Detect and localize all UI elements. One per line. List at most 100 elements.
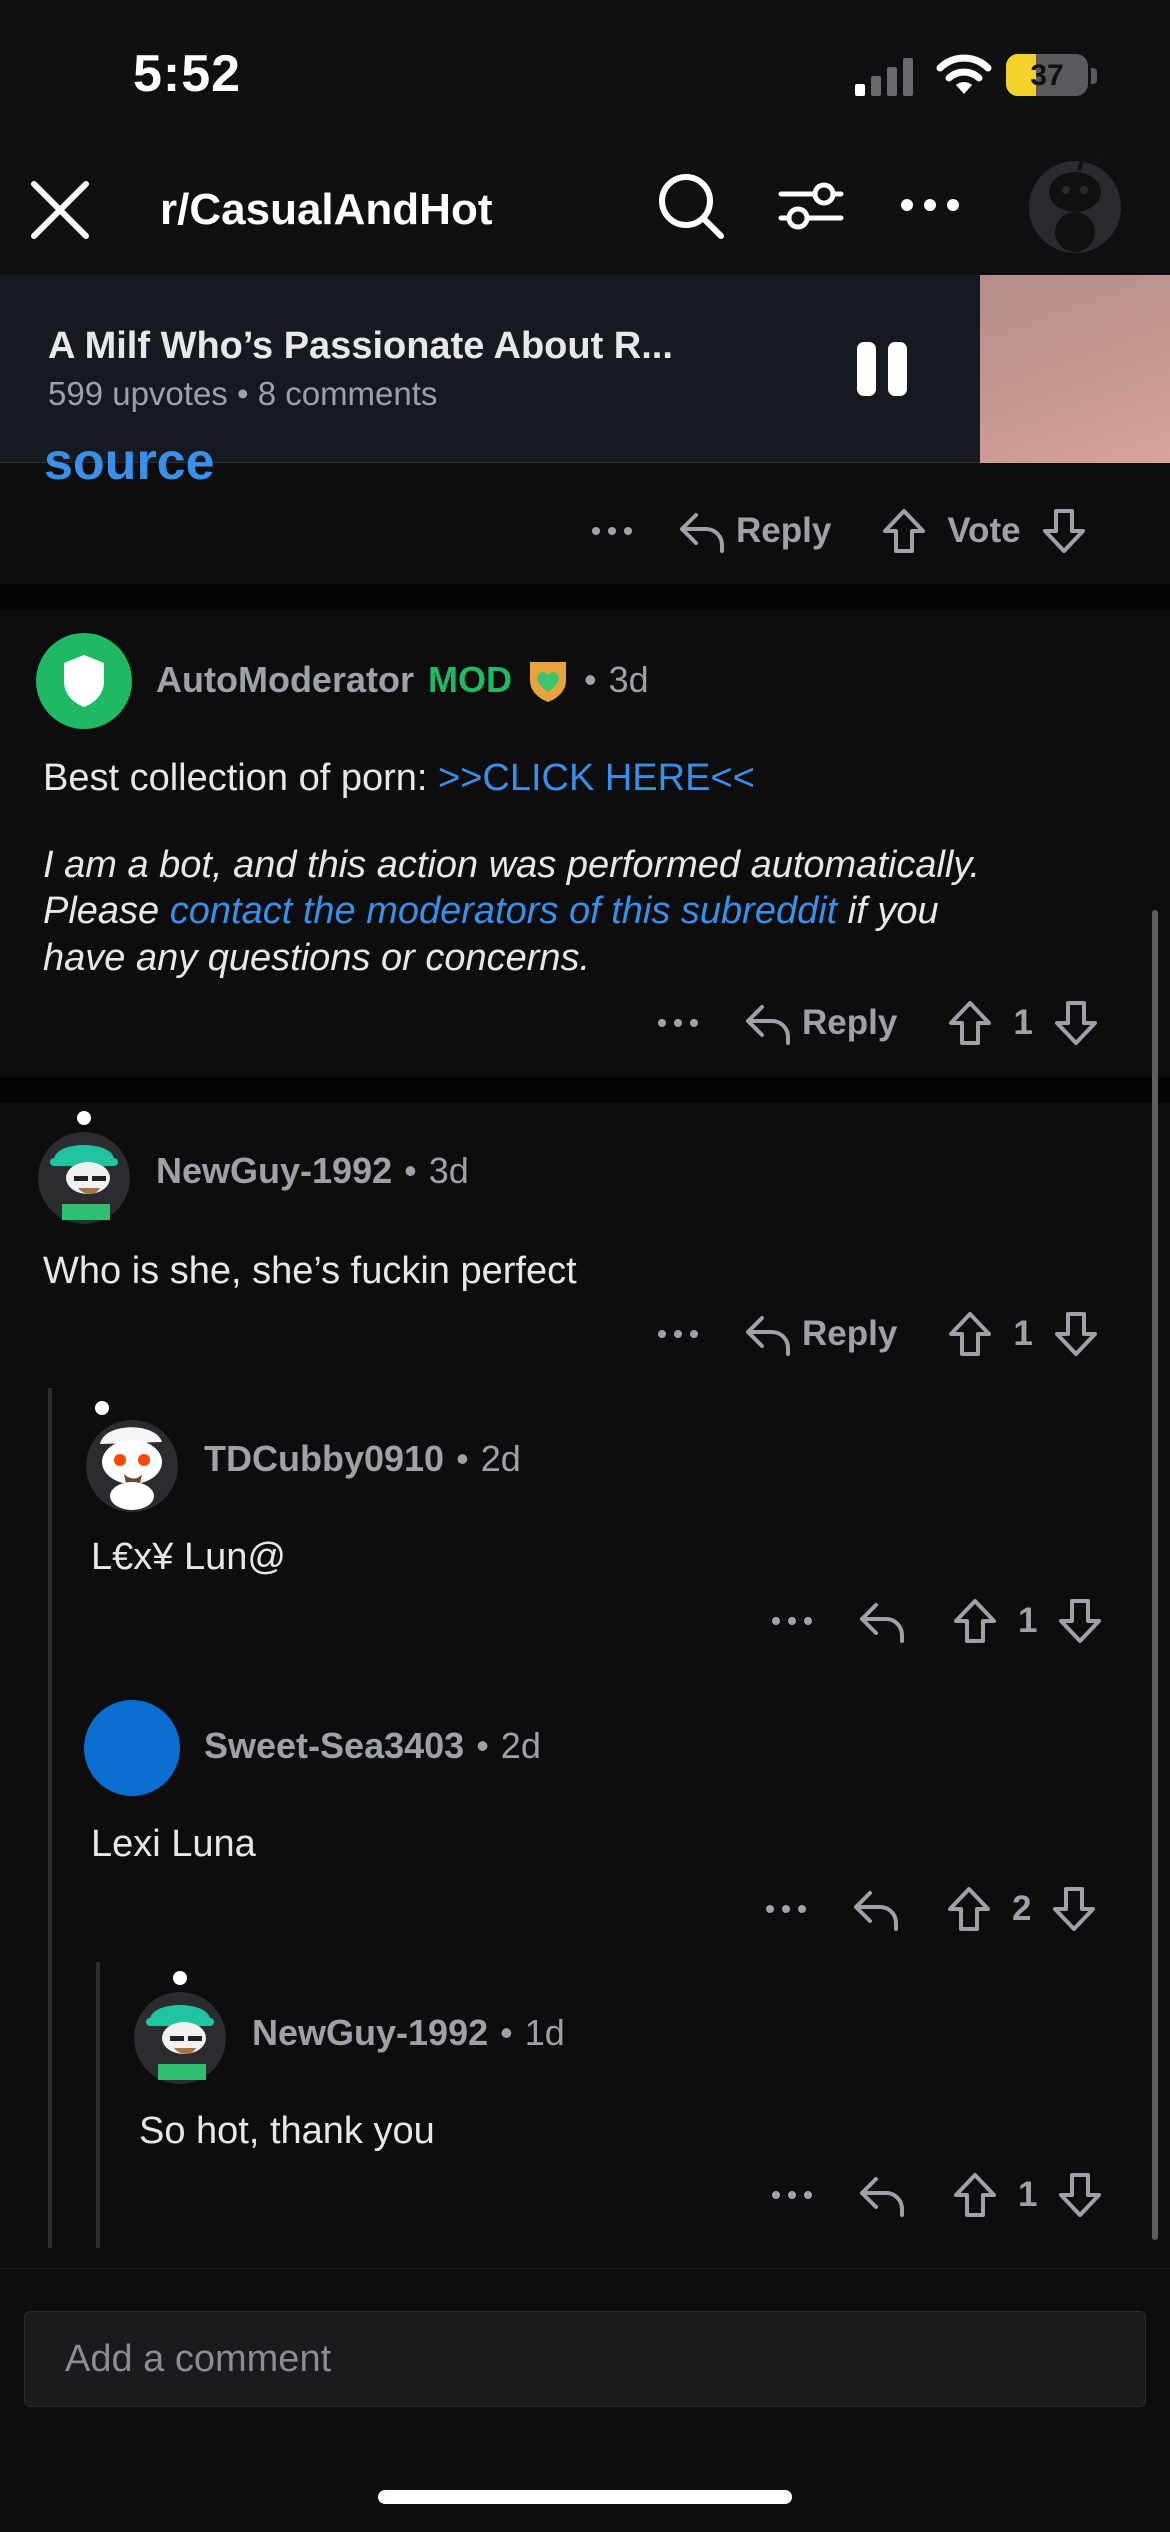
comment-age: 2d: [480, 1438, 521, 1479]
comment-header: NewGuy-1992 • 3d: [156, 1150, 469, 1192]
comment-action-bar: 2: [764, 1874, 1097, 1944]
upvote-icon[interactable]: [952, 1597, 998, 1645]
battery-nub: [1091, 68, 1097, 84]
comment-action-bar: Reply 1: [656, 988, 1099, 1058]
reply-icon[interactable]: [852, 1887, 900, 1931]
downvote-icon[interactable]: [1051, 1885, 1097, 1933]
downvote-icon[interactable]: [1057, 2171, 1103, 2219]
comment-body-line: Please contact the moderators of this su…: [43, 890, 939, 932]
source-link-peek[interactable]: source: [44, 440, 215, 480]
comment-divider: [0, 1077, 1170, 1103]
shield-icon: [64, 655, 104, 707]
comment-username[interactable]: NewGuy-1992: [252, 2012, 488, 2054]
now-playing-post[interactable]: A Milf Who’s Passionate About R... 599 u…: [0, 275, 1170, 463]
scrollbar[interactable]: [1152, 910, 1158, 2240]
comment-composer: Add a comment: [0, 2268, 1170, 2428]
reply-icon[interactable]: [858, 2173, 906, 2217]
user-avatar[interactable]: [1025, 140, 1125, 255]
automoderator-avatar[interactable]: [36, 633, 132, 729]
pause-icon[interactable]: [855, 340, 909, 398]
comment-body-line: Best collection of porn: >>CLICK HERE<<: [43, 757, 755, 799]
snoo-avatar[interactable]: [130, 1968, 230, 2084]
more-options-icon[interactable]: [764, 1899, 808, 1919]
reply-icon: [746, 1316, 790, 1356]
downvote-icon[interactable]: [1053, 999, 1099, 1047]
click-here-link[interactable]: >>CLICK HERE<<: [438, 757, 755, 799]
upvote-icon[interactable]: [946, 1885, 992, 1933]
reply-icon: [746, 1005, 790, 1045]
thread-line[interactable]: [96, 1962, 100, 2248]
comment-age: 1d: [524, 2012, 565, 2053]
comment-body-line: I am a bot, and this action was performe…: [43, 844, 981, 886]
upvote-icon[interactable]: [947, 999, 993, 1047]
comment-body: Who is she, she’s fuckin perfect: [43, 1250, 577, 1292]
post-title[interactable]: A Milf Who’s Passionate About R...: [48, 325, 673, 368]
heart-shield-badge-icon: [524, 656, 572, 704]
upvote-icon[interactable]: [881, 507, 927, 555]
reply-icon: [680, 513, 724, 553]
contact-moderators-link[interactable]: contact the moderators of this subreddit: [170, 890, 837, 932]
more-options-icon[interactable]: [895, 170, 965, 240]
mod-badge: MOD: [427, 659, 512, 700]
wifi-icon: [935, 54, 993, 96]
comment-username[interactable]: TDCubby0910: [204, 1438, 444, 1480]
comment-age: 3d: [428, 1150, 469, 1191]
status-bar: 5:52 37: [0, 0, 1170, 140]
comment-username[interactable]: Sweet-Sea3403: [204, 1725, 464, 1767]
reply-button[interactable]: Reply: [678, 509, 831, 553]
snoo-avatar[interactable]: [34, 1108, 134, 1224]
snoo-avatar[interactable]: [82, 1396, 182, 1512]
upvote-icon[interactable]: [952, 2171, 998, 2219]
add-comment-input[interactable]: Add a comment: [24, 2311, 1146, 2407]
sort-filter-icon[interactable]: [775, 170, 847, 242]
comment-username[interactable]: NewGuy-1992: [156, 1150, 392, 1192]
home-indicator[interactable]: [378, 2490, 792, 2504]
post-thumbnail[interactable]: [980, 275, 1170, 463]
more-options-icon[interactable]: [770, 1611, 814, 1631]
comment-body: Lexi Luna: [91, 1823, 256, 1865]
comment-header: TDCubby0910 • 2d: [204, 1438, 521, 1480]
vote-count: 1: [1013, 1003, 1033, 1042]
reply-button[interactable]: Reply: [744, 1001, 897, 1045]
downvote-icon[interactable]: [1057, 1597, 1103, 1645]
comment-header: Sweet-Sea3403 • 2d: [204, 1725, 541, 1767]
more-options-icon[interactable]: [656, 1013, 700, 1033]
comment-action-bar: 1: [770, 1586, 1103, 1656]
comment-age: 3d: [608, 659, 649, 700]
vote-label: Vote: [947, 511, 1021, 550]
thread-line[interactable]: [48, 1388, 52, 2248]
comment-action-bar: Reply Vote: [590, 496, 1087, 566]
comment-header: AutoModerator MOD • 3d: [156, 656, 649, 704]
vote-count: 2: [1012, 1889, 1032, 1928]
upvote-icon[interactable]: [947, 1310, 993, 1358]
comment-header: NewGuy-1992 • 1d: [252, 2012, 565, 2054]
comment-username[interactable]: AutoModerator: [156, 659, 414, 701]
more-options-icon[interactable]: [770, 2185, 814, 2205]
close-icon[interactable]: [28, 178, 92, 242]
comment-action-bar: Reply 1: [656, 1299, 1099, 1369]
comment-age: 2d: [500, 1725, 541, 1766]
vote-count: 1: [1013, 1314, 1033, 1353]
downvote-icon[interactable]: [1041, 507, 1087, 555]
battery-level: 37: [1030, 59, 1064, 92]
subreddit-title[interactable]: r/CasualAndHot: [160, 185, 492, 235]
battery-icon: 37: [1006, 54, 1088, 96]
comment-body: So hot, thank you: [139, 2110, 435, 2152]
more-options-icon[interactable]: [656, 1324, 700, 1344]
reply-button[interactable]: Reply: [744, 1312, 897, 1356]
downvote-icon[interactable]: [1053, 1310, 1099, 1358]
search-icon[interactable]: [655, 170, 727, 242]
default-avatar[interactable]: [84, 1700, 180, 1796]
comment-body: L€x¥ Lun@: [91, 1536, 286, 1578]
subreddit-header: r/CasualAndHot: [0, 140, 1170, 275]
more-options-icon[interactable]: [590, 521, 634, 541]
comment-action-bar: 1: [770, 2160, 1103, 2230]
cellular-signal-icon: [853, 56, 915, 96]
comment-divider: [0, 584, 1170, 610]
reply-icon[interactable]: [858, 1599, 906, 1643]
vote-count: 1: [1018, 2175, 1038, 2214]
comment-body-line: have any questions or concerns.: [43, 937, 591, 979]
add-comment-placeholder: Add a comment: [65, 2338, 332, 2380]
vote-count: 1: [1018, 1601, 1038, 1640]
status-time: 5:52: [133, 45, 242, 103]
